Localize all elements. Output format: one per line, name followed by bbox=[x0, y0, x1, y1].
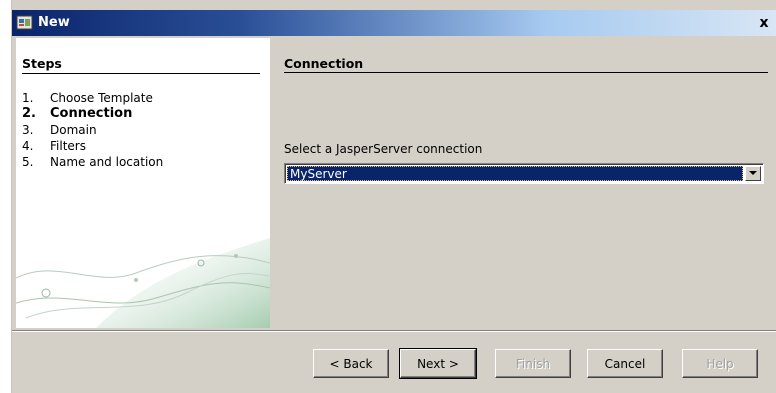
step-number: 2. bbox=[22, 106, 36, 121]
step-number: 3. bbox=[22, 123, 34, 137]
step-number: 4. bbox=[22, 139, 34, 153]
button-bar-separator bbox=[12, 330, 776, 332]
back-button[interactable]: < Back bbox=[313, 349, 389, 378]
connection-selected-value[interactable]: MyServer bbox=[287, 166, 743, 181]
step-choose-template: 1. Choose Template bbox=[22, 90, 163, 106]
steps-divider bbox=[22, 73, 260, 74]
step-label: Domain bbox=[50, 123, 97, 137]
chevron-down-icon bbox=[749, 171, 757, 175]
step-label: Filters bbox=[50, 139, 86, 153]
page-title-divider bbox=[284, 72, 768, 73]
connection-label: Select a JasperServer connection bbox=[284, 142, 483, 156]
step-connection: 2. Connection bbox=[22, 106, 163, 122]
close-icon: x bbox=[759, 15, 769, 31]
cancel-button[interactable]: Cancel bbox=[587, 349, 663, 378]
steps-heading: Steps bbox=[22, 56, 62, 71]
step-label: Name and location bbox=[50, 155, 164, 169]
next-button[interactable]: Next > bbox=[399, 348, 477, 379]
steps-list: 1. Choose Template 2. Connection 3. Domain … bbox=[22, 90, 163, 170]
finish-button[interactable]: Finish bbox=[495, 349, 571, 378]
window-title: New bbox=[38, 15, 70, 30]
decorative-swirl-graphic bbox=[16, 238, 270, 328]
dropdown-button[interactable] bbox=[745, 166, 761, 181]
connection-select[interactable]: MyServer bbox=[284, 163, 764, 184]
title-bar[interactable]: New x bbox=[12, 10, 776, 36]
page-title: Connection bbox=[284, 56, 364, 71]
step-filters: 4. Filters bbox=[22, 138, 163, 154]
step-domain: 3. Domain bbox=[22, 122, 163, 138]
close-button[interactable]: x bbox=[755, 14, 773, 32]
step-number: 5. bbox=[22, 155, 34, 169]
steps-panel: Steps 1. Choose Template 2. Connection 3. D… bbox=[16, 38, 270, 328]
step-label: Connection bbox=[50, 106, 133, 121]
new-wizard-dialog: New x Steps 1. Choose Template 2. Connecti… bbox=[11, 0, 776, 393]
help-button[interactable]: Help bbox=[682, 349, 758, 378]
connection-page: Connection Select a JasperServer connect… bbox=[284, 38, 772, 328]
step-label: Choose Template bbox=[50, 91, 153, 105]
wizard-icon bbox=[16, 14, 34, 32]
step-number: 1. bbox=[22, 91, 34, 105]
step-name-and-location: 5. Name and location bbox=[22, 154, 163, 170]
